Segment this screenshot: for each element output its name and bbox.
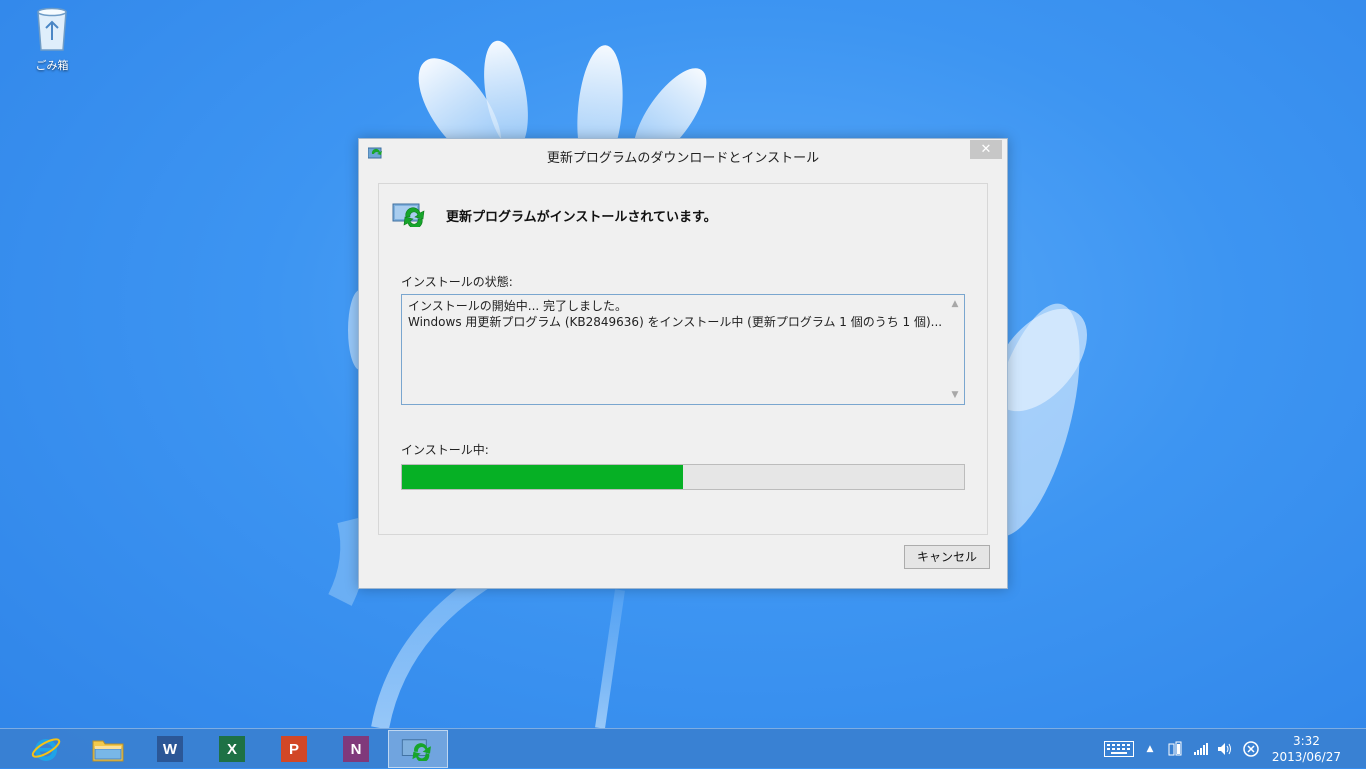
log-line: インストールの開始中... 完了しました。 xyxy=(408,299,628,313)
status-heading: 更新プログラムがインストールされています。 xyxy=(446,210,717,225)
taskbar-word[interactable]: W xyxy=(140,730,200,768)
installing-label: インストール中: xyxy=(401,443,489,457)
cancel-button[interactable]: キャンセル xyxy=(904,545,990,569)
scroll-down-arrow-icon[interactable]: ▼ xyxy=(950,390,960,400)
folder-icon xyxy=(92,740,124,762)
x-circle-icon xyxy=(1243,741,1259,757)
touch-keyboard-button[interactable] xyxy=(1102,729,1136,769)
taskbar-windows-update[interactable] xyxy=(388,730,448,768)
recycle-bin[interactable]: ごみ箱 xyxy=(22,6,82,73)
dialog-title: 更新プログラムのダウンロードとインストール xyxy=(546,151,820,166)
dialog-titlebar[interactable]: 更新プログラムのダウンロードとインストール ✕ xyxy=(359,139,1007,171)
word-icon: W xyxy=(157,736,183,762)
network-tray-button[interactable] xyxy=(1190,729,1212,769)
clock-time: 3:32 xyxy=(1292,734,1320,748)
taskbar-excel[interactable]: X xyxy=(202,730,262,768)
close-icon: ✕ xyxy=(980,142,992,157)
taskbar-internet-explorer[interactable] xyxy=(16,730,76,768)
install-log-textbox[interactable]: インストールの開始中... 完了しました。 Windows 用更新プログラム (… xyxy=(401,294,965,405)
signal-bars-icon xyxy=(1194,743,1208,755)
recycle-bin-icon xyxy=(37,7,67,51)
onenote-icon: N xyxy=(343,736,369,762)
close-button[interactable]: ✕ xyxy=(970,140,1002,159)
install-status-label: インストールの状態: xyxy=(401,275,513,289)
windows-update-dialog: 更新プログラムのダウンロードとインストール ✕ 更新プログラムがインストールされ… xyxy=(358,138,1008,589)
scroll-up-arrow-icon[interactable]: ▲ xyxy=(950,299,960,309)
clock-date: 2013/06/27 xyxy=(1271,750,1341,764)
update-installing-icon xyxy=(392,203,425,227)
chevron-up-icon: ▲ xyxy=(1146,744,1154,754)
show-hidden-icons-button[interactable]: ▲ xyxy=(1142,729,1158,769)
windows-update-icon xyxy=(401,739,431,761)
powerpoint-icon: P xyxy=(281,736,307,762)
log-line: Windows 用更新プログラム (KB2849636) をインストール中 (更… xyxy=(408,315,943,329)
install-progress-bar xyxy=(401,464,965,490)
volume-tray-button[interactable] xyxy=(1214,729,1236,769)
taskbar-file-explorer[interactable] xyxy=(78,730,138,768)
power-tray-button[interactable] xyxy=(1164,729,1186,769)
taskbar-powerpoint[interactable]: P xyxy=(264,730,324,768)
action-center-button[interactable] xyxy=(1240,729,1262,769)
taskbar-onenote[interactable]: N xyxy=(326,730,386,768)
speaker-icon xyxy=(1218,743,1231,755)
taskbar: W X P N ▲ 3:32 2013/06/27 xyxy=(0,728,1366,768)
power-plug-icon xyxy=(1168,741,1182,756)
recycle-bin-label: ごみ箱 xyxy=(35,59,69,72)
progress-fill xyxy=(402,465,683,489)
excel-icon: X xyxy=(219,736,245,762)
ie-icon xyxy=(31,738,61,761)
taskbar-clock[interactable]: 3:32 2013/06/27 xyxy=(1272,733,1341,765)
dialog-content-panel: 更新プログラムがインストールされています。 インストールの状態: インストールの… xyxy=(378,183,988,535)
keyboard-icon xyxy=(1104,741,1134,757)
